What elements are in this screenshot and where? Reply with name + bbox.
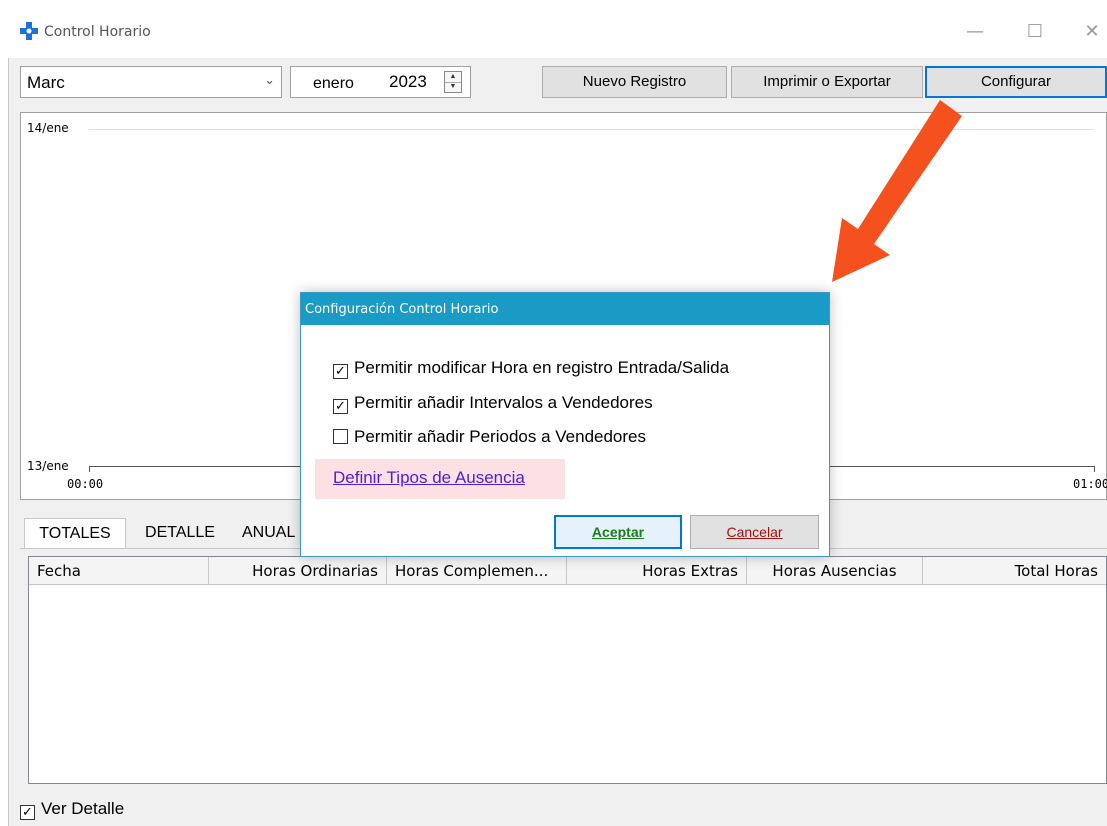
dialog-title: Configuración Control Horario	[301, 293, 829, 325]
month-value: enero	[313, 75, 354, 92]
month-year-picker[interactable]: enero 2023 ▲ ▼	[290, 66, 471, 98]
y-label-top: 14/ene	[27, 121, 69, 135]
y-label-bottom: 13/ene	[27, 459, 69, 473]
new-record-button[interactable]: Nuevo Registro	[542, 66, 727, 98]
x-label-start: 00:00	[67, 477, 104, 491]
column-header[interactable]: Horas Complemen...	[387, 557, 567, 585]
show-detail-checkbox[interactable]: ✓ Ver Detalle	[20, 799, 124, 820]
option-add-intervals[interactable]: ✓ Permitir añadir Intervalos a Vendedores	[333, 393, 653, 414]
tab-detalle[interactable]: DETALLE	[130, 518, 230, 548]
close-button[interactable]: ✕	[1077, 18, 1107, 46]
checkbox-checked-icon[interactable]: ✓	[333, 364, 348, 379]
checkbox-checked-icon[interactable]: ✓	[20, 805, 35, 820]
show-detail-label: Ver Detalle	[41, 799, 125, 818]
totals-table: Fecha Horas Ordinarias Horas Complemen..…	[28, 556, 1107, 784]
column-header[interactable]: Fecha	[29, 557, 209, 585]
annotation-arrow-icon	[832, 100, 962, 282]
config-dialog: Configuración Control Horario ✓ Permitir …	[300, 292, 830, 557]
option-label: Permitir modificar Hora en registro Entr…	[354, 358, 730, 377]
app-icon	[20, 22, 38, 40]
chevron-down-icon[interactable]: ⌄	[264, 73, 275, 88]
employee-select-value: Marc	[27, 73, 65, 92]
column-header[interactable]: Horas Ausencias	[747, 557, 923, 585]
spin-down-icon[interactable]: ▼	[445, 82, 461, 92]
cancel-button[interactable]: Cancelar	[690, 515, 819, 549]
option-label: Permitir añadir Intervalos a Vendedores	[354, 393, 653, 412]
column-header[interactable]: Total Horas	[923, 557, 1106, 585]
maximize-button[interactable]: ☐	[1020, 18, 1050, 46]
option-modify-time[interactable]: ✓ Permitir modificar Hora en registro Ent…	[333, 358, 729, 379]
option-label: Permitir añadir Periodos a Vendedores	[354, 427, 646, 446]
column-header[interactable]: Horas Extras	[567, 557, 747, 585]
employee-select[interactable]: Marc ⌄	[20, 66, 282, 98]
absence-types-link[interactable]: Definir Tipos de Ausencia	[333, 468, 525, 488]
x-label-end: 01:00	[1073, 477, 1107, 491]
spinner[interactable]: ▲ ▼	[444, 71, 462, 93]
accept-button[interactable]: Aceptar	[554, 515, 682, 549]
title-bar	[8, 8, 1107, 58]
minimize-button[interactable]: —	[960, 18, 990, 46]
checkbox-unchecked-icon[interactable]	[333, 429, 348, 444]
window-title: Control Horario	[44, 24, 151, 40]
checkbox-checked-icon[interactable]: ✓	[333, 399, 348, 414]
column-header[interactable]: Horas Ordinarias	[209, 557, 387, 585]
timeline-tick-end	[1094, 466, 1095, 472]
link-highlight: Definir Tipos de Ausencia	[315, 459, 565, 499]
option-add-periods[interactable]: Permitir añadir Periodos a Vendedores	[333, 427, 646, 447]
year-value: 2023	[389, 72, 427, 91]
timeline-tick-start	[89, 466, 90, 472]
tab-totales[interactable]: TOTALES	[24, 518, 126, 548]
